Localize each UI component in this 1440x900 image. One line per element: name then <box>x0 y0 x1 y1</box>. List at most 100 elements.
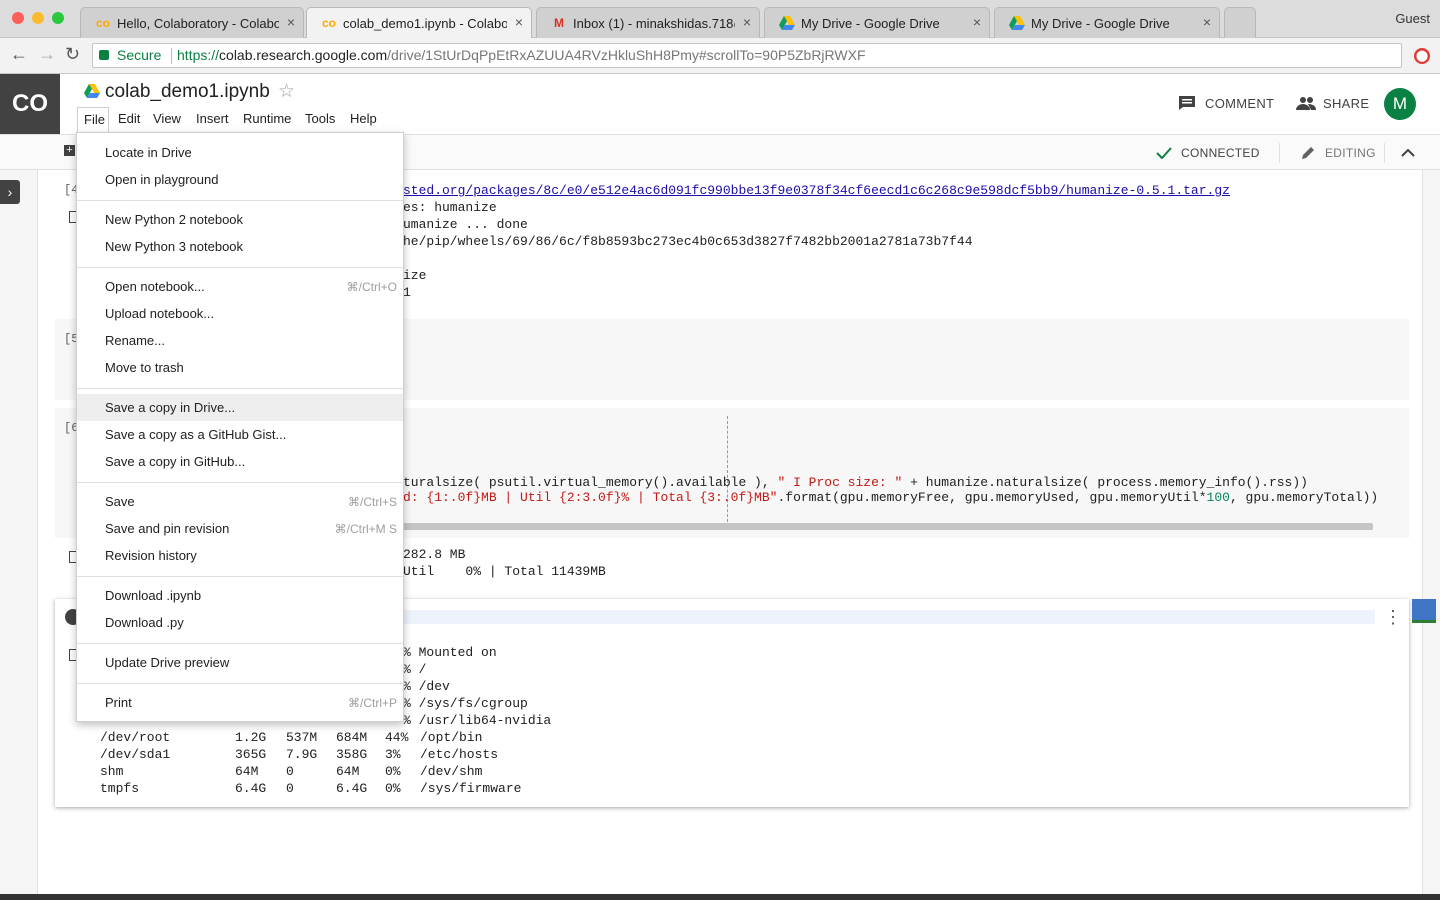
df-cell-pct: 0% <box>385 781 401 796</box>
colab-logo[interactable]: CO <box>0 74 60 134</box>
tab-title: My Drive - Google Drive <box>801 16 940 31</box>
forward-arrow-icon[interactable]: → <box>38 44 56 65</box>
menu-item-shortcut: ⌘/Ctrl+P <box>347 696 397 710</box>
menu-separator <box>77 576 403 577</box>
address-bar[interactable]: Secure https://colab.research.google.com… <box>92 43 1402 68</box>
notebook-title[interactable]: colab_demo1.ipynb <box>105 81 270 103</box>
tab-title: Inbox (1) - minakshidas.718@g <box>573 16 735 31</box>
browser-tab-strip: co Hello, Colaboratory - Colabora × co colab… <box>0 0 1440 39</box>
tab-title: My Drive - Google Drive <box>1031 16 1170 31</box>
tab-close-icon[interactable]: × <box>287 14 295 30</box>
zoom-window-button[interactable] <box>52 12 64 24</box>
code-line: turalsize( psutil.virtual_memory().avail… <box>403 475 1308 490</box>
check-icon <box>1156 147 1172 159</box>
browser-tab[interactable]: My Drive - Google Drive × <box>764 7 990 38</box>
bottom-bar <box>0 894 1440 900</box>
tab-close-icon[interactable]: × <box>515 14 523 30</box>
guest-profile-label[interactable]: Guest <box>1395 11 1430 26</box>
menu-help[interactable]: Help <box>350 111 377 126</box>
drive-icon <box>1009 16 1025 30</box>
menu-item-label: New Python 2 notebook <box>105 212 244 227</box>
file-menu-item-new-python-3-notebook[interactable]: New Python 3 notebook <box>77 233 403 260</box>
file-menu-item-save-a-copy-as-a-github-gist[interactable]: Save a copy as a GitHub Gist... <box>77 421 403 448</box>
tab-title: Hello, Colaboratory - Colabora <box>117 16 279 31</box>
menu-item-label: Update Drive preview <box>105 655 230 670</box>
df-cell-avail: 684M <box>336 730 368 745</box>
menu-runtime[interactable]: Runtime <box>243 111 291 126</box>
menu-insert[interactable]: Insert <box>196 111 229 126</box>
reload-icon[interactable]: ↻ <box>65 44 80 65</box>
menu-edit[interactable]: Edit <box>118 111 140 126</box>
browser-tab[interactable]: co colab_demo1.ipynb - Colabora × <box>306 7 532 39</box>
menu-view[interactable]: View <box>153 111 181 126</box>
df-cell-avail: 6.4G <box>336 781 368 796</box>
output-line: 1 <box>403 285 411 300</box>
file-menu-item-revision-history[interactable]: Revision history <box>77 542 403 569</box>
file-menu-item-save[interactable]: Save ⌘/Ctrl+S <box>77 488 403 515</box>
file-menu-item-open-in-playground[interactable]: Open in playground <box>77 166 403 193</box>
ruler-line <box>727 416 728 522</box>
colab-logo-icon: co <box>321 16 336 30</box>
file-menu-item-save-a-copy-in-drive[interactable]: Save a copy in Drive... <box>77 394 403 421</box>
file-menu-item-download-ipynb[interactable]: Download .ipynb <box>77 582 403 609</box>
df-cell-used: 537M <box>286 730 318 745</box>
user-avatar[interactable]: M <box>1384 88 1416 120</box>
connected-status[interactable]: CONNECTED <box>1181 146 1260 160</box>
new-tab-button[interactable] <box>1224 7 1256 38</box>
browser-tab[interactable]: co Hello, Colaboratory - Colabora × <box>80 7 304 38</box>
more-vert-icon[interactable]: ⋮ <box>1384 607 1402 628</box>
package-link[interactable]: sted.org/packages/8c/e0/e512e4ac6d091fc9… <box>403 183 1230 198</box>
file-menu-item-move-to-trash[interactable]: Move to trash <box>77 354 403 381</box>
comment-label: COMMENT <box>1205 96 1275 111</box>
file-menu-item-open-notebook[interactable]: Open notebook... ⌘/Ctrl+O <box>77 273 403 300</box>
df-cell-used: 7.9G <box>286 747 318 762</box>
df-cell-pct: 0% <box>385 764 401 779</box>
tab-close-icon[interactable]: × <box>743 14 751 30</box>
menu-separator <box>77 267 403 268</box>
close-window-button[interactable] <box>12 12 24 24</box>
file-menu-item-download-py[interactable]: Download .py <box>77 609 403 636</box>
menu-item-label: Download .py <box>105 615 184 630</box>
tab-close-icon[interactable]: × <box>1203 14 1211 30</box>
file-menu-item-save-a-copy-in-github[interactable]: Save a copy in GitHub... <box>77 448 403 475</box>
chevron-right-icon[interactable]: › <box>0 180 20 204</box>
menu-separator <box>77 388 403 389</box>
drive-icon <box>779 16 795 30</box>
collaborator-icon[interactable] <box>1412 599 1436 623</box>
df-cell-size: 6.4G <box>235 781 267 796</box>
menu-tools[interactable]: Tools <box>305 111 335 126</box>
chevron-up-icon[interactable] <box>1401 148 1415 158</box>
back-arrow-icon[interactable]: ← <box>10 44 28 65</box>
browser-tab[interactable]: My Drive - Google Drive × <box>994 7 1220 38</box>
left-gutter <box>0 170 37 900</box>
menu-item-label: New Python 3 notebook <box>105 239 244 254</box>
extension-icon[interactable]: ⬤ <box>1414 48 1430 64</box>
menu-file[interactable]: File <box>77 107 109 132</box>
comment-icon <box>1179 96 1195 110</box>
file-menu-item-locate-in-drive[interactable]: Locate in Drive <box>77 139 403 166</box>
file-menu-item-save-and-pin-revision[interactable]: Save and pin revision ⌘/Ctrl+M S <box>77 515 403 542</box>
output-line: % / <box>403 662 427 677</box>
file-menu-item-update-drive-preview[interactable]: Update Drive preview <box>77 649 403 676</box>
lock-icon <box>99 50 109 60</box>
horizontal-scrollbar[interactable] <box>403 523 1373 530</box>
file-menu-item-print[interactable]: Print ⌘/Ctrl+P <box>77 689 403 716</box>
file-menu-item-rename[interactable]: Rename... <box>77 327 403 354</box>
minimize-window-button[interactable] <box>32 12 44 24</box>
star-icon[interactable]: ☆ <box>278 80 295 103</box>
cell-input-editor[interactable] <box>400 610 1375 624</box>
df-cell-size: 64M <box>235 764 259 779</box>
df-cell-mount: /dev/shm <box>420 764 483 779</box>
file-menu-item-new-python-2-notebook[interactable]: New Python 2 notebook <box>77 206 403 233</box>
editing-status[interactable]: EDITING <box>1325 146 1376 160</box>
file-menu-item-upload-notebook[interactable]: Upload notebook... <box>77 300 403 327</box>
tab-close-icon[interactable]: × <box>973 14 981 30</box>
menu-item-label: Move to trash <box>105 360 184 375</box>
menu-item-shortcut: ⌘/Ctrl+S <box>347 495 397 509</box>
menu-item-label: Revision history <box>105 548 197 563</box>
menu-item-label: Print <box>105 695 132 710</box>
file-menu-dropdown: Locate in Drive Open in playground New Pyt… <box>76 132 404 722</box>
share-label: SHARE <box>1323 96 1370 111</box>
add-cell-icon[interactable]: + <box>64 145 75 156</box>
browser-tab[interactable]: M Inbox (1) - minakshidas.718@g × <box>536 7 760 38</box>
